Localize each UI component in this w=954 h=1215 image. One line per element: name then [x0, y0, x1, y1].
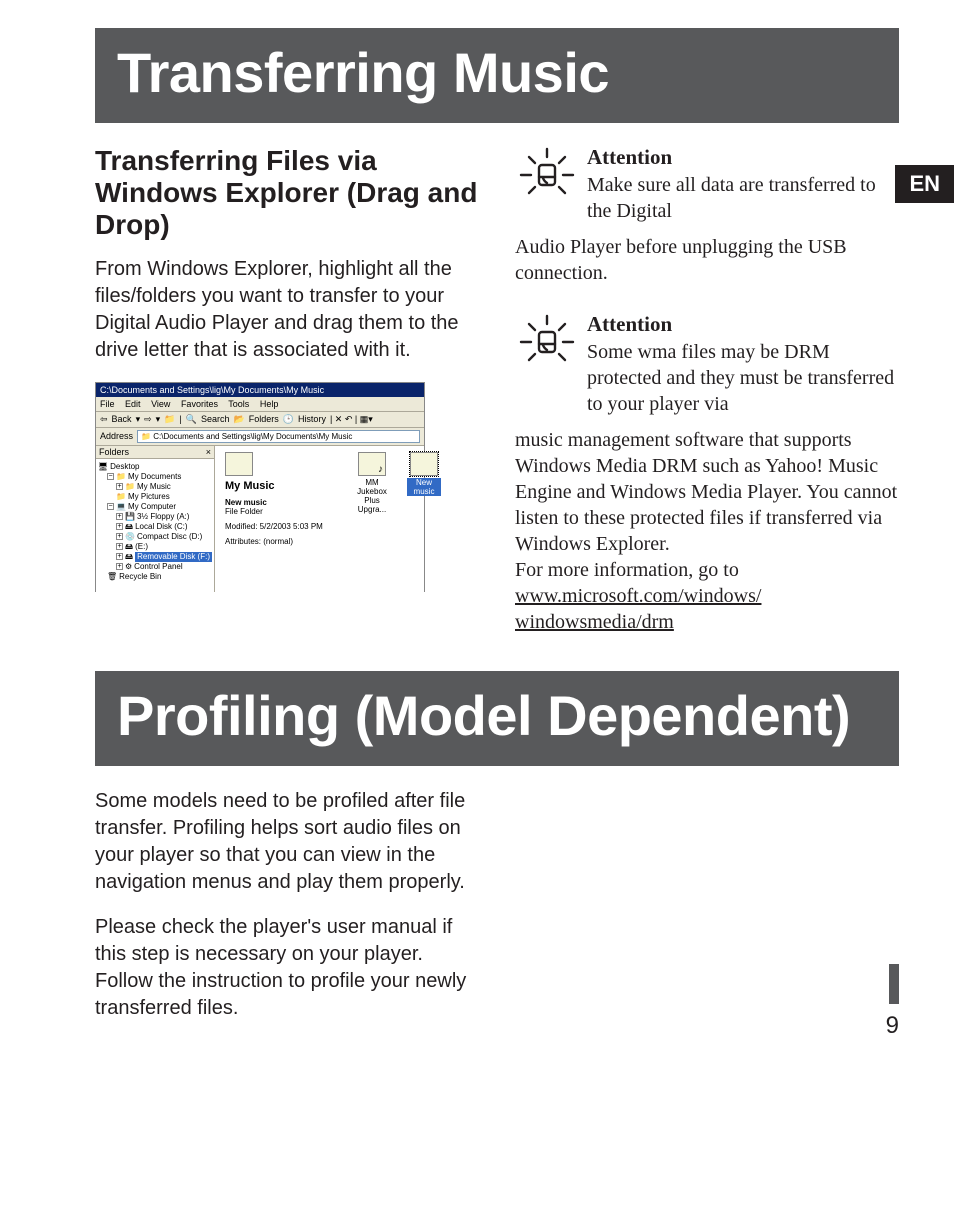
explorer-toolbar: ⇦Back ▾⇨▾ 📁 | 🔍Search 📂Folders 🕒History … — [96, 412, 424, 428]
tree-control-panel: +⚙ Control Panel — [98, 562, 212, 572]
tree-desktop: 🖥 Desktop — [98, 462, 212, 472]
menu-edit: Edit — [125, 399, 141, 409]
caution-icon — [515, 312, 579, 372]
back-icon: ⇦ — [100, 414, 108, 425]
explorer-tree-pane: Folders × 🖥 Desktop −📁 My Documents +📁 M… — [96, 446, 215, 592]
attention-title-2: Attention — [587, 312, 899, 337]
attention-continue-1: Audio Player before unplugging the USB c… — [515, 234, 899, 286]
info-attributes: Attributes: (normal) — [225, 537, 335, 546]
address-field: 📁 C:\Documents and Settings\lig\My Docum… — [137, 430, 420, 443]
menu-view: View — [151, 399, 170, 409]
toolbar-folders: Folders — [249, 414, 279, 424]
info-modified: Modified: 5/2/2003 5:03 PM — [225, 522, 335, 531]
attention-title-1: Attention — [587, 145, 899, 170]
paragraph-transfer-instructions: From Windows Explorer, highlight all the… — [95, 256, 479, 364]
forward-icon: ⇨ — [144, 414, 152, 425]
language-tag: EN — [895, 165, 954, 203]
info-title: My Music — [225, 480, 335, 492]
file-item-jukebox: MM Jukebox Plus Upgra... — [355, 452, 389, 514]
drm-link: www.microsoft.com/windows/ windowsmedia/… — [515, 585, 761, 633]
attention-lead-1: Make sure all data are transferred to th… — [587, 172, 899, 224]
explorer-titlebar: C:\Documents and Settings\lig\My Documen… — [96, 383, 424, 397]
up-icon: 📁 — [164, 414, 175, 425]
explorer-menubar: File Edit View Favorites Tools Help — [96, 397, 424, 412]
attention-continue-2a: music management software that supports … — [515, 427, 899, 557]
toolbar-back: Back — [112, 414, 132, 424]
tree-my-documents: −📁 My Documents — [98, 472, 212, 482]
close-icon: × — [206, 447, 211, 457]
tree-compact-disc: +💿 Compact Disc (D:) — [98, 532, 212, 542]
file-item-new-music: New music — [407, 452, 441, 496]
folder-icon — [410, 452, 438, 476]
explorer-address-bar: Address 📁 C:\Documents and Settings\lig\… — [96, 428, 424, 446]
history-icon: 🕒 — [283, 414, 294, 425]
search-icon: 🔍 — [186, 414, 197, 425]
tree-floppy: +💾 3½ Floppy (A:) — [98, 512, 212, 522]
tree-local-disk: +🖴 Local Disk (C:) — [98, 522, 212, 532]
tree-my-pictures: 📁 My Pictures — [98, 492, 212, 502]
tree-my-music: +📁 My Music — [98, 482, 212, 492]
heading-transferring-files: Transferring Files via Windows Explorer … — [95, 145, 479, 242]
attention-continue-2b: For more information, go to www.microsof… — [515, 557, 899, 635]
menu-tools: Tools — [228, 399, 249, 409]
menu-favorites: Favorites — [181, 399, 218, 409]
menu-file: File — [100, 399, 115, 409]
folders-icon: 📂 — [233, 414, 244, 425]
music-file-icon — [358, 452, 386, 476]
toolbar-history: History — [298, 414, 326, 424]
page-number-rule — [889, 964, 899, 1004]
page-number: 9 — [886, 1012, 899, 1040]
tree-header: Folders — [99, 447, 129, 457]
explorer-screenshot: C:\Documents and Settings\lig\My Documen… — [95, 382, 425, 592]
banner-profiling: Profiling (Model Dependent) — [95, 671, 899, 766]
attention-block-2: Attention Some wma files may be DRM prot… — [515, 312, 899, 417]
toolbar-search: Search — [201, 414, 230, 424]
banner-transferring-music: Transferring Music — [95, 28, 899, 123]
attention-lead-2: Some wma files may be DRM protected and … — [587, 339, 899, 417]
tree-recycle-bin: 🗑 Recycle Bin — [98, 572, 212, 582]
caution-icon — [515, 145, 579, 205]
info-folder-name: New music — [225, 498, 335, 507]
tree-removable-disk: +🖴 Removable Disk (F:) — [98, 552, 212, 562]
info-type: File Folder — [225, 507, 335, 516]
explorer-content-pane: My Music New music File Folder Modified:… — [215, 446, 451, 592]
paragraph-profiling-2: Please check the player's user manual if… — [95, 914, 479, 1022]
paragraph-profiling-1: Some models need to be profiled after fi… — [95, 788, 479, 896]
folder-icon — [225, 452, 253, 476]
address-label: Address — [100, 431, 133, 441]
tree-my-computer: −💻 My Computer — [98, 502, 212, 512]
attention-block-1: Attention Make sure all data are transfe… — [515, 145, 899, 224]
tree-drive-e: +🖴 (E:) — [98, 542, 212, 552]
menu-help: Help — [260, 399, 279, 409]
